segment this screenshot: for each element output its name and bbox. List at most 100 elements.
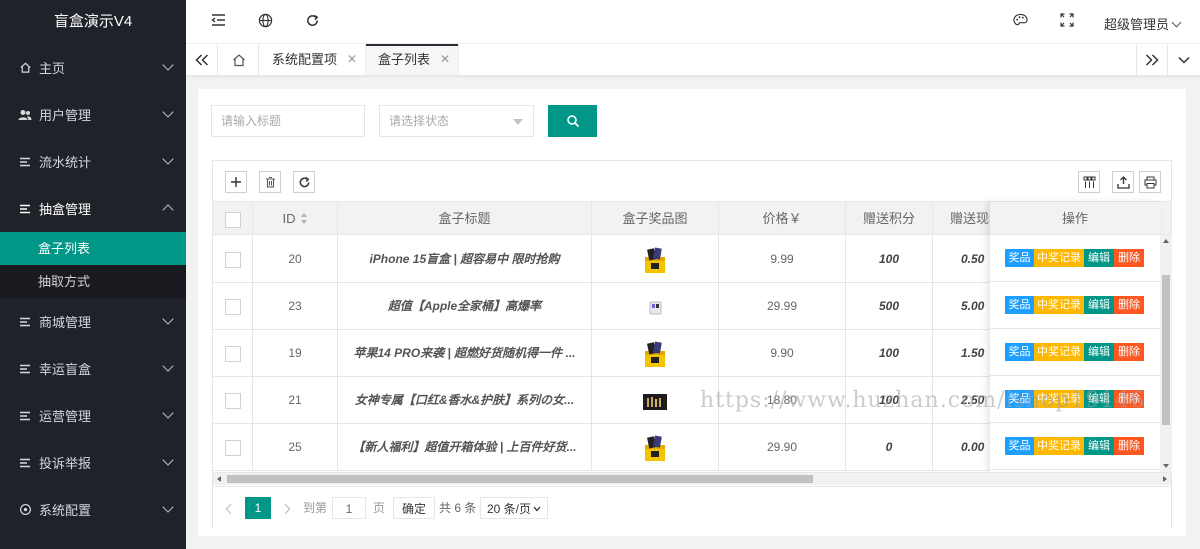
edit-button[interactable]: 编辑 (1084, 437, 1114, 455)
scroll-right-arrow[interactable] (1163, 476, 1167, 482)
delete-row-button[interactable]: 删除 (1114, 249, 1144, 267)
search-button[interactable] (548, 105, 597, 137)
sidebar-item-label: 主页 (39, 61, 66, 76)
delete-row-button[interactable]: 删除 (1114, 390, 1144, 408)
sidebar-item-lucky-box[interactable]: 幸运盲盒 (0, 345, 186, 392)
sidebar-item-system-config[interactable]: 系统配置 (0, 486, 186, 533)
cell-points: 0 (846, 424, 933, 470)
sidebar-item-mall[interactable]: 商城管理 (0, 298, 186, 345)
vertical-scrollbar[interactable] (1160, 235, 1172, 472)
close-icon[interactable]: ✕ (347, 44, 357, 75)
prize-box-thumbnail (649, 301, 662, 315)
cell-title: 超值【Apple全家桶】高爆率 (338, 283, 592, 329)
status-select[interactable]: 请选择状态 (379, 105, 534, 137)
sort-icon[interactable] (300, 213, 308, 225)
reload-button[interactable] (293, 171, 315, 193)
prize-button[interactable]: 奖品 (1005, 437, 1034, 455)
row-checkbox[interactable] (224, 392, 241, 409)
select-all-checkbox[interactable] (224, 211, 241, 228)
page-number-current[interactable]: 1 (245, 497, 271, 519)
delete-row-button[interactable]: 删除 (1114, 343, 1144, 361)
sidebar-item-complaints[interactable]: 投诉举报 (0, 439, 186, 486)
tabs-scroll-left-button[interactable] (186, 44, 218, 75)
delete-row-button[interactable]: 删除 (1114, 437, 1144, 455)
search-form: 请输入标题 请选择状态 (198, 89, 1186, 151)
edit-button[interactable]: 编辑 (1084, 390, 1114, 408)
goto-confirm-button[interactable]: 确定 (393, 497, 436, 519)
win-records-button[interactable]: 中奖记录 (1034, 390, 1084, 408)
close-icon[interactable]: ✕ (440, 44, 450, 75)
sidebar-item-box-management[interactable]: 抽盒管理 (0, 185, 186, 232)
column-header-price: 价格￥ (719, 202, 846, 235)
row-checkbox[interactable] (224, 345, 241, 362)
prev-page-button[interactable] (225, 497, 233, 519)
prize-button[interactable]: 奖品 (1005, 343, 1034, 361)
delete-row-button[interactable]: 删除 (1114, 296, 1144, 314)
cell-title: 【新人福利】超值开箱体验 | 上百件好货... (338, 424, 592, 470)
top-header: 超级管理员 (186, 0, 1200, 44)
tab-system-config-items[interactable]: 系统配置项 ✕ (260, 44, 366, 75)
horizontal-scrollbar[interactable] (213, 472, 1171, 485)
title-search-input[interactable]: 请输入标题 (211, 105, 365, 137)
horizontal-scroll-thumb[interactable] (227, 475, 813, 483)
tab-box-list[interactable]: 盒子列表 ✕ (366, 44, 459, 75)
edit-button[interactable]: 编辑 (1084, 343, 1114, 361)
theme-palette-icon[interactable] (1012, 13, 1028, 29)
add-button[interactable] (225, 171, 247, 193)
tabs-scroll-right-button[interactable] (1136, 44, 1168, 75)
delete-button[interactable] (259, 171, 281, 193)
print-button[interactable] (1139, 171, 1161, 193)
prize-button[interactable]: 奖品 (1005, 390, 1034, 408)
sidebar-subitem-box-list[interactable]: 盒子列表 (0, 232, 186, 265)
chevron-down-icon (1178, 56, 1190, 64)
column-header-id[interactable]: ID (253, 202, 338, 235)
user-menu[interactable]: 超级管理员 (1104, 14, 1182, 33)
row-checkbox[interactable] (224, 251, 241, 268)
edit-button[interactable]: 编辑 (1084, 249, 1114, 267)
select-all-cell (213, 202, 253, 235)
prize-box-thumbnail (645, 435, 665, 461)
edit-button[interactable]: 编辑 (1084, 296, 1114, 314)
scroll-left-arrow[interactable] (217, 476, 221, 482)
list-icon (18, 362, 32, 376)
columns-filter-button[interactable] (1078, 171, 1100, 193)
row-checkbox[interactable] (224, 439, 241, 456)
sidebar-item-flow-stats[interactable]: 流水统计 (0, 138, 186, 185)
scroll-down-arrow[interactable] (1163, 464, 1169, 468)
sidebar-subitem-draw-method[interactable]: 抽取方式 (0, 265, 186, 298)
refresh-icon[interactable] (304, 13, 320, 29)
globe-icon[interactable] (257, 13, 273, 29)
vertical-scroll-thumb[interactable] (1162, 275, 1170, 425)
next-page-button[interactable] (283, 497, 291, 519)
scroll-up-arrow[interactable] (1163, 239, 1169, 243)
collapse-sidebar-icon[interactable] (210, 13, 226, 29)
win-records-button[interactable]: 中奖记录 (1034, 343, 1084, 361)
win-records-button[interactable]: 中奖记录 (1034, 296, 1084, 314)
win-records-button[interactable]: 中奖记录 (1034, 249, 1084, 267)
goto-page-input[interactable]: 1 (332, 497, 366, 519)
prize-box-thumbnail (643, 393, 667, 410)
row-checkbox[interactable] (224, 298, 241, 315)
fullscreen-icon[interactable] (1059, 13, 1075, 29)
sidebar-item-users[interactable]: 用户管理 (0, 91, 186, 138)
prize-button[interactable]: 奖品 (1005, 296, 1034, 314)
cell-image (592, 283, 719, 329)
tabs-dropdown-button[interactable] (1168, 44, 1200, 75)
sidebar-item-home[interactable]: 主页 (0, 44, 186, 91)
sidebar-item-label: 系统配置 (39, 503, 92, 518)
app-title: 盲盒演示V4 (0, 0, 186, 44)
row-select-cell (213, 330, 253, 376)
sidebar: 盲盒演示V4 主页 用户管理 流水统计 抽盒管理 盒子列表 抽取方式 商城管理 … (0, 0, 186, 549)
sidebar-item-operations[interactable]: 运营管理 (0, 392, 186, 439)
chevron-down-icon (162, 153, 174, 165)
prize-button[interactable]: 奖品 (1005, 249, 1034, 267)
home-icon (18, 61, 32, 75)
page-size-select[interactable]: 20 条/页 (480, 497, 548, 519)
tab-home[interactable] (219, 44, 259, 75)
chevron-left-icon (225, 503, 232, 515)
cell-price: 29.90 (719, 424, 846, 470)
chevron-right-icon (284, 503, 291, 515)
export-button[interactable] (1112, 171, 1134, 193)
win-records-button[interactable]: 中奖记录 (1034, 437, 1084, 455)
chevron-down-icon (162, 360, 174, 372)
